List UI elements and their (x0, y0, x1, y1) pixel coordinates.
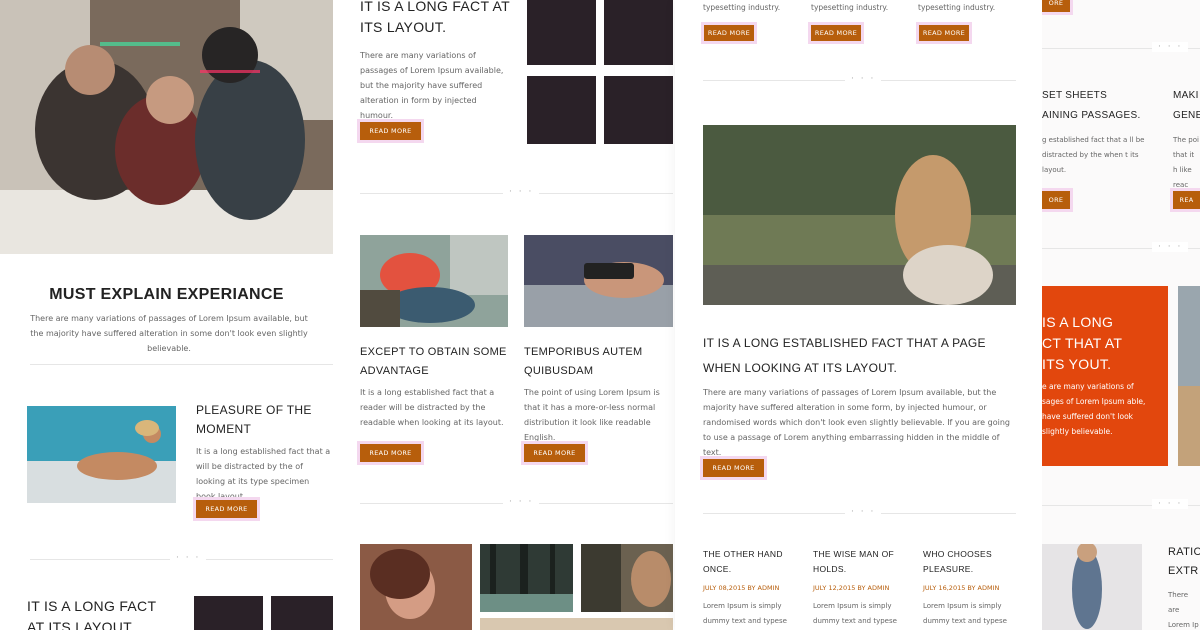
card2-text: The poi that it h like reac (1173, 136, 1199, 189)
card1-text: g established fact that a ll be distract… (1042, 136, 1145, 174)
orange-block-text: e are many variations of sages of Lorem … (1042, 382, 1146, 436)
dark-tile (527, 0, 596, 65)
bottom-title-line1: RATIC (1168, 546, 1200, 558)
card1-read-more-button[interactable]: READ MORE (360, 444, 421, 462)
gallery-photo-extra (480, 618, 673, 630)
divider-dots: · · · (1152, 42, 1189, 52)
gallery-photo-forest (480, 544, 573, 612)
col1-read-more-button[interactable]: READ MORE (704, 25, 754, 41)
bottom-text: There are Lorem Ip (1168, 591, 1199, 629)
divider-dots: · · · (1152, 242, 1189, 252)
post3-text: Lorem Ipsum is simply dummy text and typ… (923, 602, 1007, 625)
divider-dots: · · · (170, 553, 207, 563)
main-title: IT IS A LONG ESTABLISHED FACT THAT A PAG… (703, 336, 986, 375)
card1-title: EXCEPT TO OBTAIN SOME ADVANTAGE (360, 346, 507, 377)
col2-text: typesetting industry. (811, 3, 889, 12)
panel-4: ORE · · · SET SHEETS AINING PASSAGES. g … (1042, 0, 1200, 630)
dark-tile (527, 76, 596, 144)
card2-title-line2: GENE (1173, 110, 1200, 121)
post1-title: THE OTHER HAND ONCE. (703, 549, 783, 574)
col3-text: typesetting industry. (918, 3, 996, 12)
col1-text: typesetting industry. (703, 3, 781, 12)
card1-title-line2: AINING PASSAGES. (1042, 110, 1141, 121)
divider-dots: · · · (845, 74, 882, 84)
dark-tile (271, 596, 333, 630)
top-read-more-button[interactable]: ORE (1042, 0, 1070, 12)
side-photo (1178, 286, 1200, 466)
bottom-photo (1042, 544, 1142, 630)
feature-title: PLEASURE OF THE MOMENT (196, 403, 312, 436)
section-title: MUST EXPLAIN EXPERIANCE (49, 286, 284, 303)
top-read-more-button[interactable]: READ MORE (360, 122, 421, 140)
dark-tile (604, 0, 673, 65)
card2-text: The point of using Lorem Ipsum is that i… (524, 388, 660, 442)
main-read-more-button[interactable]: READ MORE (703, 459, 764, 477)
card1-read-more-button[interactable]: ORE (1042, 191, 1070, 209)
gallery-photo-portrait (581, 544, 673, 612)
orange-block: IS A LONG CT THAT AT ITS YOUT. e are man… (1042, 286, 1168, 466)
post2-text: Lorem Ipsum is simply dummy text and typ… (813, 602, 897, 625)
post3-date: JULY 16,2015 BY ADMIN (923, 584, 1000, 592)
main-text: There are many variations of passages of… (703, 388, 1010, 457)
feature-photo-beach (27, 406, 176, 503)
dark-tile (604, 76, 673, 144)
card2-read-more-button[interactable]: READ MORE (524, 444, 585, 462)
col2-read-more-button[interactable]: READ MORE (811, 25, 861, 41)
top-title: IT IS A LONG FACT AT ITS LAYOUT. (360, 0, 510, 35)
divider-dots: · · · (503, 497, 540, 507)
panel-2: IT IS A LONG FACT AT ITS LAYOUT. There a… (333, 0, 675, 630)
top-text: There are many variations of passages of… (360, 51, 504, 120)
post1-text: Lorem Ipsum is simply dummy text and typ… (703, 602, 787, 625)
post2-title: THE WISE MAN OF HOLDS. (813, 549, 894, 574)
panel-3: typesetting industry. typesetting indust… (675, 0, 1042, 630)
card2-title-line1: MAKI (1173, 90, 1199, 101)
feature-read-more-button[interactable]: READ MORE (196, 500, 257, 518)
card2-title: TEMPORIBUS AUTEM QUIBUSDAM (524, 346, 643, 377)
post1-date: JULY 08,2015 BY ADMIN (703, 584, 780, 592)
hero-photo-team (0, 0, 333, 254)
post3-title: WHO CHOOSES PLEASURE. (923, 549, 992, 574)
bottom-title-line2: EXTR (1168, 565, 1199, 577)
orange-block-title: IS A LONG CT THAT AT ITS YOUT. (1042, 314, 1123, 372)
divider-dots: · · · (845, 507, 882, 517)
col3-read-more-button[interactable]: READ MORE (919, 25, 969, 41)
panel-1: MUST EXPLAIN EXPERIANCE There are many v… (0, 0, 333, 630)
divider (30, 364, 333, 365)
bottom-title: IT IS A LONG FACT AT ITS LAYOUT. (27, 598, 157, 630)
divider-dots: · · · (1152, 499, 1189, 509)
main-photo-woman (703, 125, 1016, 305)
dark-tile (194, 596, 263, 630)
feature-text: It is a long established fact that a wil… (196, 447, 331, 501)
card1-photo-laptop (360, 235, 508, 327)
card2-read-more-button[interactable]: REA (1173, 191, 1200, 209)
gallery-photo-woman (360, 544, 472, 630)
card1-title-line1: SET SHEETS (1042, 90, 1108, 101)
divider-dots: · · · (503, 187, 540, 197)
post2-date: JULY 12,2015 BY ADMIN (813, 584, 890, 592)
card2-photo-phone (524, 235, 673, 327)
section-text: There are many variations of passages of… (30, 314, 308, 353)
card1-text: It is a long established fact that a rea… (360, 388, 504, 427)
